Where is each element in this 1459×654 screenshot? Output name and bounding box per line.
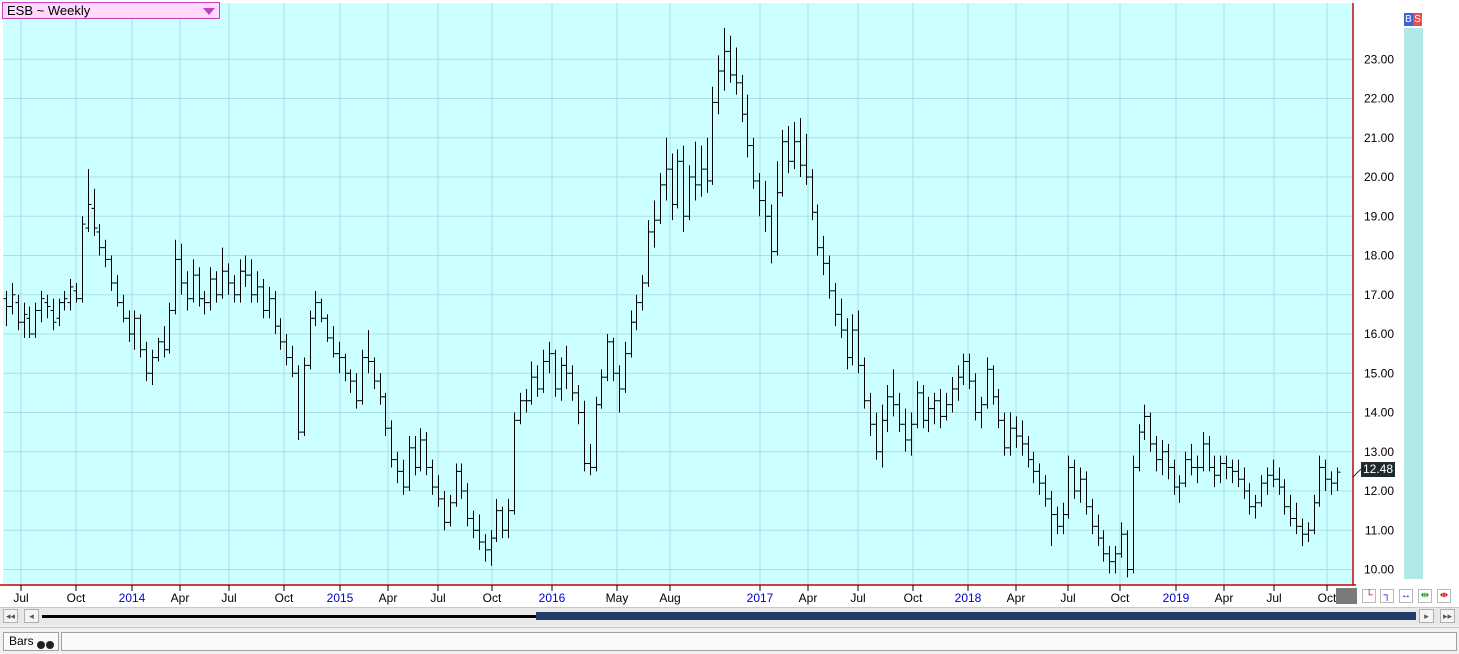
scroll-thumb[interactable] <box>536 612 1416 620</box>
chart-type-icon <box>36 637 54 654</box>
month-tick-label: Apr <box>1215 591 1234 605</box>
price-tick-label: 20.00 <box>1364 170 1394 184</box>
month-tick-label: Apr <box>171 591 190 605</box>
price-axis-labels: 10.00 11.00 12.00 13.00 14.00 15.00 16.00 17.00… <box>1364 52 1394 576</box>
axis-corner-box[interactable] <box>1336 588 1357 604</box>
price-tick-label: 15.00 <box>1364 366 1394 380</box>
price-tick-label: 12.00 <box>1364 484 1394 498</box>
price-tick-label: 22.00 <box>1364 92 1394 106</box>
price-pointer <box>1352 468 1362 478</box>
year-tick-label: 2016 <box>539 591 566 605</box>
month-tick-label: Apr <box>379 591 398 605</box>
year-tick-label: 2019 <box>1163 591 1190 605</box>
tool-fit-icon[interactable]: ⇹ <box>1418 589 1432 603</box>
year-tick-label: 2018 <box>955 591 982 605</box>
tool-step-icon[interactable]: ┐ <box>1380 589 1394 603</box>
time-axis-labels: Jul Oct 2014 Apr Jul Oct 2015 Apr Jul Oct 2016 May A… <box>13 585 1337 605</box>
month-tick-label: Jul <box>1060 591 1075 605</box>
month-tick-label: Aug <box>659 591 680 605</box>
status-bar: Bars <box>0 627 1459 654</box>
last-price-tag: 12.48 <box>1361 462 1395 477</box>
price-tick-label: 21.00 <box>1364 131 1394 145</box>
price-tick-label: 23.00 <box>1364 52 1394 66</box>
month-tick-label: Jul <box>13 591 28 605</box>
price-tick-label: 11.00 <box>1365 523 1394 537</box>
month-tick-label: Oct <box>483 591 502 605</box>
bars-tab[interactable]: Bars <box>3 632 59 651</box>
price-tick-label: 18.00 <box>1364 249 1394 263</box>
month-tick-label: Apr <box>1007 591 1026 605</box>
sell-button[interactable]: S <box>1413 13 1422 26</box>
symbol-selector[interactable]: ESB ~ Weekly <box>2 2 220 19</box>
price-tick-label: 17.00 <box>1364 288 1394 302</box>
price-tick-label: 13.00 <box>1364 445 1394 459</box>
symbol-label: ESB ~ Weekly <box>7 3 91 18</box>
scroll-last-icon[interactable]: ▸▸ <box>1440 609 1455 623</box>
tool-line-icon[interactable]: └ <box>1362 589 1376 603</box>
scroll-first-icon[interactable]: ◂◂ <box>3 609 18 623</box>
bars-label: Bars <box>9 634 34 648</box>
month-tick-label: Jul <box>221 591 236 605</box>
year-tick-label: 2017 <box>747 591 774 605</box>
price-tick-label: 14.00 <box>1364 406 1394 420</box>
month-tick-label: Oct <box>275 591 294 605</box>
month-tick-label: Oct <box>1111 591 1130 605</box>
month-tick-label: Jul <box>850 591 865 605</box>
chart-frame: 10.00 11.00 12.00 13.00 14.00 15.00 16.00 17.00… <box>0 0 1459 607</box>
price-tick-label: 16.00 <box>1364 327 1394 341</box>
month-tick-label: Jul <box>1266 591 1281 605</box>
status-field <box>61 632 1457 651</box>
month-tick-label: Oct <box>904 591 923 605</box>
tool-expand-icon[interactable]: ↔ <box>1399 589 1413 603</box>
price-tick-label: 19.00 <box>1364 209 1394 223</box>
month-tick-label: May <box>606 591 629 605</box>
month-tick-label: Oct <box>67 591 86 605</box>
month-tick-label: Apr <box>799 591 818 605</box>
month-tick-label: Jul <box>430 591 445 605</box>
scroll-right-icon[interactable]: ▸ <box>1419 609 1434 623</box>
year-tick-label: 2015 <box>327 591 354 605</box>
scroll-left-icon[interactable]: ◂ <box>24 609 39 623</box>
scroll-track[interactable] <box>42 615 536 618</box>
time-scrollbar[interactable]: ◂◂ ◂ ▸ ▸▸ <box>0 607 1459 625</box>
month-tick-label: Oct <box>1318 591 1337 605</box>
price-tick-label: 10.00 <box>1364 563 1394 577</box>
tool-compress-icon[interactable]: ⇼ <box>1437 589 1451 603</box>
dropdown-arrow-icon[interactable] <box>203 8 215 15</box>
buy-button[interactable]: B <box>1404 13 1413 26</box>
price-chart[interactable]: 10.00 11.00 12.00 13.00 14.00 15.00 16.00 17.00… <box>0 0 1459 607</box>
year-tick-label: 2014 <box>119 591 146 605</box>
price-axis-panel <box>1404 28 1423 579</box>
